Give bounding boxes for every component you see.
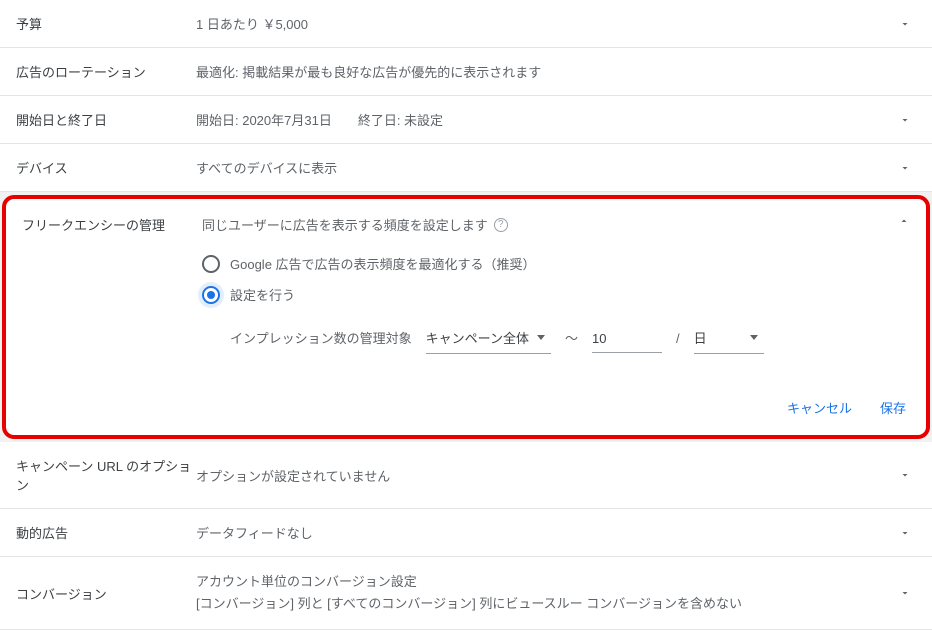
radio-optimize-by-google[interactable]: Google 広告で広告の表示頻度を最適化する（推奨） <box>202 248 898 279</box>
dropdown-icon <box>537 335 545 340</box>
radio-label-manual: 設定を行う <box>230 285 295 304</box>
period-value: 日 <box>694 328 707 347</box>
row-conversions[interactable]: コンバージョン アカウント単位のコンバージョン設定 [コンバージョン] 列と [… <box>0 557 932 630</box>
frequency-radio-group: Google 広告で広告の表示頻度を最適化する（推奨） 設定を行う <box>202 248 898 310</box>
count-input[interactable]: 10 <box>592 327 662 353</box>
value-devices: すべてのデバイスに表示 <box>196 158 894 177</box>
chevron-down-icon <box>894 469 916 481</box>
label-url-options: キャンペーン URL のオプション <box>16 456 196 494</box>
period-select[interactable]: 日 <box>694 324 764 354</box>
help-icon[interactable]: ? <box>494 218 508 232</box>
label-ad-rotation: 広告のローテーション <box>16 62 196 81</box>
cancel-button[interactable]: キャンセル <box>787 398 852 417</box>
label-devices: デバイス <box>16 158 196 177</box>
value-ad-rotation: 最適化: 掲載結果が最も良好な広告が優先的に表示されます <box>196 62 916 81</box>
dropdown-icon <box>750 335 758 340</box>
chevron-down-icon <box>894 18 916 30</box>
impression-settings: インプレッション数の管理対象 キャンペーン全体 ～ 10 / 日 <box>202 324 898 354</box>
value-budget: 1 日あたり ￥5,000 <box>196 14 894 33</box>
slash-separator: / <box>676 331 680 346</box>
scope-select[interactable]: キャンペーン全体 <box>426 324 551 354</box>
label-frequency: フリークエンシーの管理 <box>22 215 202 234</box>
count-value: 10 <box>592 331 606 346</box>
label-budget: 予算 <box>16 14 196 33</box>
radio-set-manually[interactable]: 設定を行う <box>202 279 898 310</box>
action-bar: キャンセル 保存 <box>6 354 926 435</box>
save-button[interactable]: 保存 <box>880 398 906 417</box>
radio-icon <box>202 255 220 273</box>
frequency-management-section: フリークエンシーの管理 同じユーザーに広告を表示する頻度を設定します ? Goo… <box>2 195 930 439</box>
label-dynamic-ads: 動的広告 <box>16 523 196 542</box>
label-conversions: コンバージョン <box>16 584 196 603</box>
conversions-line2: [コンバージョン] 列と [すべてのコンバージョン] 列にビュースルー コンバー… <box>196 593 894 615</box>
row-campaign-url-options[interactable]: キャンペーン URL のオプション オプションが設定されていません <box>0 442 932 509</box>
value-conversions: アカウント単位のコンバージョン設定 [コンバージョン] 列と [すべてのコンバー… <box>196 571 894 615</box>
radio-label-optimize: Google 広告で広告の表示頻度を最適化する（推奨） <box>230 254 536 273</box>
row-dates[interactable]: 開始日と終了日 開始日: 2020年7月31日 終了日: 未設定 <box>0 96 932 144</box>
row-devices[interactable]: デバイス すべてのデバイスに表示 <box>0 144 932 192</box>
chevron-up-icon[interactable] <box>898 215 910 230</box>
chevron-down-icon <box>894 114 916 126</box>
chevron-down-icon <box>894 587 916 599</box>
row-budget[interactable]: 予算 1 日あたり ￥5,000 <box>0 0 932 48</box>
conversions-line1: アカウント単位のコンバージョン設定 <box>196 571 894 593</box>
frequency-description: 同じユーザーに広告を表示する頻度を設定します <box>202 215 488 234</box>
chevron-down-icon <box>894 162 916 174</box>
impression-target-label: インプレッション数の管理対象 <box>230 328 412 347</box>
value-dates: 開始日: 2020年7月31日 終了日: 未設定 <box>196 110 894 129</box>
value-url-options: オプションが設定されていません <box>196 466 894 485</box>
row-ad-rotation[interactable]: 広告のローテーション 最適化: 掲載結果が最も良好な広告が優先的に表示されます <box>0 48 932 96</box>
value-dynamic-ads: データフィードなし <box>196 523 894 542</box>
radio-icon <box>202 286 220 304</box>
label-dates: 開始日と終了日 <box>16 110 196 129</box>
scope-value: キャンペーン全体 <box>426 328 529 347</box>
chevron-down-icon <box>894 527 916 539</box>
row-dynamic-ads[interactable]: 動的広告 データフィードなし <box>0 509 932 557</box>
tilde-separator: ～ <box>565 328 578 347</box>
